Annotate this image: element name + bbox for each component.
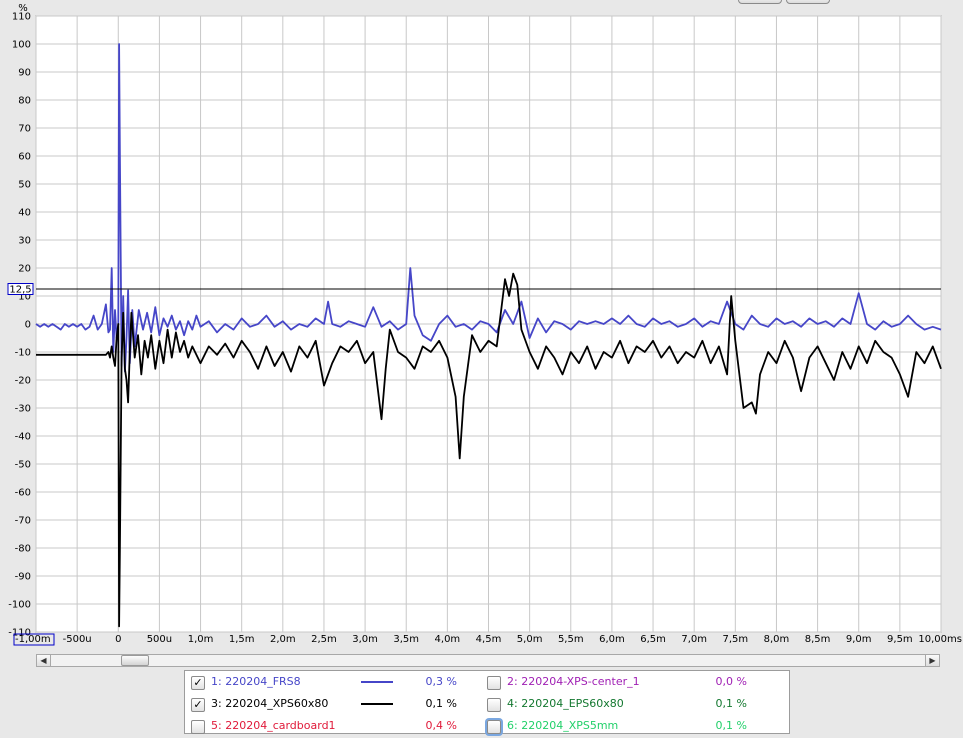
y-tick-label: -50 — [15, 460, 31, 471]
y-tick-label: 90 — [18, 68, 31, 79]
reference-value-label: 12,5 — [9, 285, 31, 296]
scroll-left-icon[interactable]: ◀ — [37, 655, 51, 666]
legend-checkbox[interactable] — [191, 720, 205, 734]
legend-panel: ✓ 1: 220204_FRS8 0,3 % 2: 220204-XPS-center… — [184, 670, 790, 734]
legend-item: ✓ 3: 220204_XPS60x80 0,1 % — [191, 695, 481, 713]
legend-item: 2: 220204-XPS-center_1 0,0 % — [487, 673, 787, 691]
y-tick-label: 0 — [25, 320, 31, 331]
x-tick-label: 4,5m — [476, 634, 502, 645]
y-tick-label: 100 — [12, 40, 31, 51]
x-tick-label: 4,0m — [435, 634, 461, 645]
y-tick-label: -90 — [15, 572, 31, 583]
x-tick-label: 2,0m — [270, 634, 296, 645]
y-tick-label: 60 — [18, 152, 31, 163]
scroll-thumb[interactable] — [121, 655, 149, 666]
x-tick-label: 1,5m — [229, 634, 255, 645]
legend-value: 0,1 % — [715, 719, 747, 732]
impulse-chart[interactable]: 1101009080706050403020100-10-20-30-40-50… — [0, 0, 963, 652]
legend-series-name: 1: 220204_FRS8 — [211, 675, 301, 688]
legend-checkbox[interactable] — [487, 698, 501, 712]
x-tick-label: 5,5m — [558, 634, 584, 645]
y-tick-label: 20 — [18, 264, 31, 275]
legend-value: 0,4 % — [425, 719, 457, 732]
x-tick-label: 3,0m — [352, 634, 378, 645]
legend-value: 0,0 % — [715, 675, 747, 688]
legend-series-name: 5: 220204_cardboard1 — [211, 719, 336, 732]
scroll-right-icon[interactable]: ▶ — [925, 655, 939, 666]
legend-item: 5: 220204_cardboard1 0,4 % — [191, 717, 481, 735]
y-tick-label: 40 — [18, 208, 31, 219]
x-tick-label: 2,5m — [311, 634, 337, 645]
legend-series-name: 4: 220204_EPS60x80 — [507, 697, 624, 710]
toolbar-button-1[interactable] — [738, 0, 782, 4]
y-tick-label: -40 — [15, 432, 31, 443]
x-tick-label: -500u — [63, 634, 92, 645]
y-tick-label: -100 — [8, 600, 31, 611]
legend-checkbox[interactable]: ✓ — [191, 676, 205, 690]
y-unit-label: % — [18, 3, 28, 14]
legend-value: 0,1 % — [425, 697, 457, 710]
x-tick-label: -1,00m — [15, 634, 51, 645]
x-tick-label: 0 — [115, 634, 121, 645]
x-tick-label: 9,0m — [846, 634, 872, 645]
x-tick-label: 7,0m — [681, 634, 707, 645]
y-tick-label: 70 — [18, 124, 31, 135]
legend-line-swatch — [361, 703, 393, 705]
x-tick-label: 5,0m — [517, 634, 543, 645]
toolbar-button-2[interactable] — [786, 0, 830, 4]
x-tick-label: 6,0m — [599, 634, 625, 645]
y-tick-label: -10 — [15, 348, 31, 359]
x-tick-label: 7,5m — [722, 634, 748, 645]
y-tick-label: -80 — [15, 544, 31, 555]
y-tick-label: 30 — [18, 236, 31, 247]
x-axis: -1,00m -500u 0 500u 1,0m 1,5m 2,0m 2,5m 3,0m 3,5m… — [13, 633, 962, 646]
legend-checkbox[interactable]: ✓ — [191, 698, 205, 712]
legend-checkbox[interactable] — [487, 720, 501, 734]
x-tick-label: 9,5m — [887, 634, 913, 645]
x-tick-label: 500u — [147, 634, 172, 645]
y-axis: 1101009080706050403020100-10-20-30-40-50… — [8, 3, 31, 639]
legend-series-name: 2: 220204-XPS-center_1 — [507, 675, 640, 688]
x-tick-label: 6,5m — [640, 634, 666, 645]
x-tick-label: 8,0m — [764, 634, 790, 645]
legend-line-swatch — [361, 681, 393, 683]
horizontal-scrollbar[interactable]: ◀ ▶ — [36, 654, 940, 667]
x-tick-label: 10,00ms — [918, 634, 962, 645]
legend-item: ✓ 1: 220204_FRS8 0,3 % — [191, 673, 481, 691]
legend-series-name: 3: 220204_XPS60x80 — [211, 697, 329, 710]
legend-item: 6: 220204_XPS5mm 0,1 % — [487, 717, 787, 735]
x-tick-label: 8,5m — [805, 634, 831, 645]
y-tick-label: 80 — [18, 96, 31, 107]
legend-checkbox[interactable] — [487, 676, 501, 690]
legend-value: 0,1 % — [715, 697, 747, 710]
y-tick-label: -30 — [15, 404, 31, 415]
x-tick-label: 1,0m — [188, 634, 214, 645]
x-tick-label: 3,5m — [393, 634, 419, 645]
y-tick-label: -60 — [15, 488, 31, 499]
y-tick-label: 50 — [18, 180, 31, 191]
y-tick-label: -70 — [15, 516, 31, 527]
legend-series-name: 6: 220204_XPS5mm — [507, 719, 619, 732]
legend-item: 4: 220204_EPS60x80 0,1 % — [487, 695, 787, 713]
legend-value: 0,3 % — [425, 675, 457, 688]
y-tick-label: -20 — [15, 376, 31, 387]
